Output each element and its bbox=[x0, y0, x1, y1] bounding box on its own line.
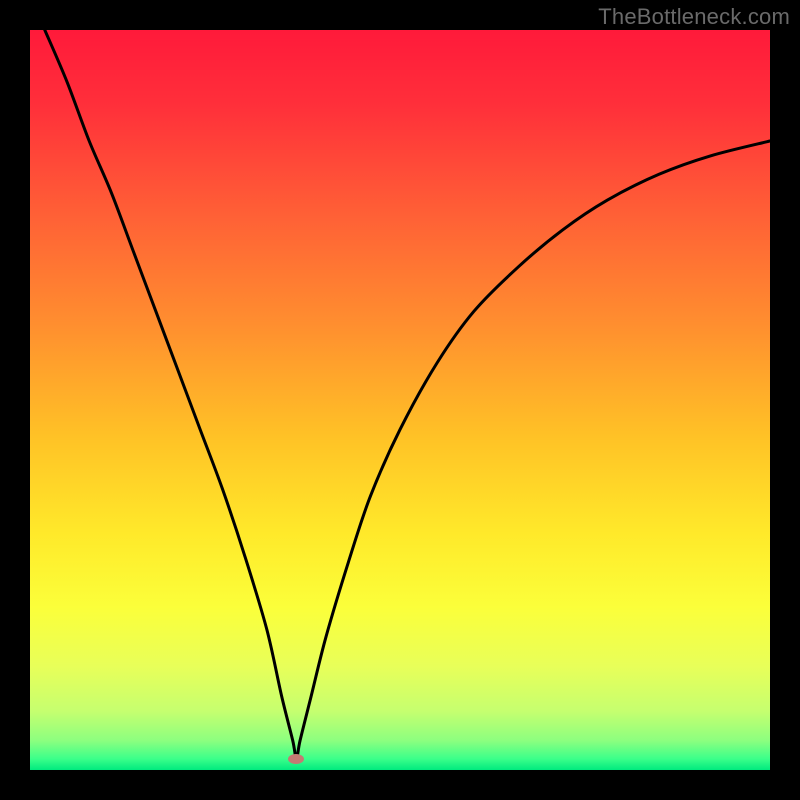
bottleneck-curve bbox=[45, 30, 770, 759]
plot-area bbox=[30, 30, 770, 770]
curve-layer bbox=[30, 30, 770, 770]
chart-frame: TheBottleneck.com bbox=[0, 0, 800, 800]
optimal-point-marker bbox=[288, 754, 304, 764]
watermark-text: TheBottleneck.com bbox=[598, 4, 790, 30]
